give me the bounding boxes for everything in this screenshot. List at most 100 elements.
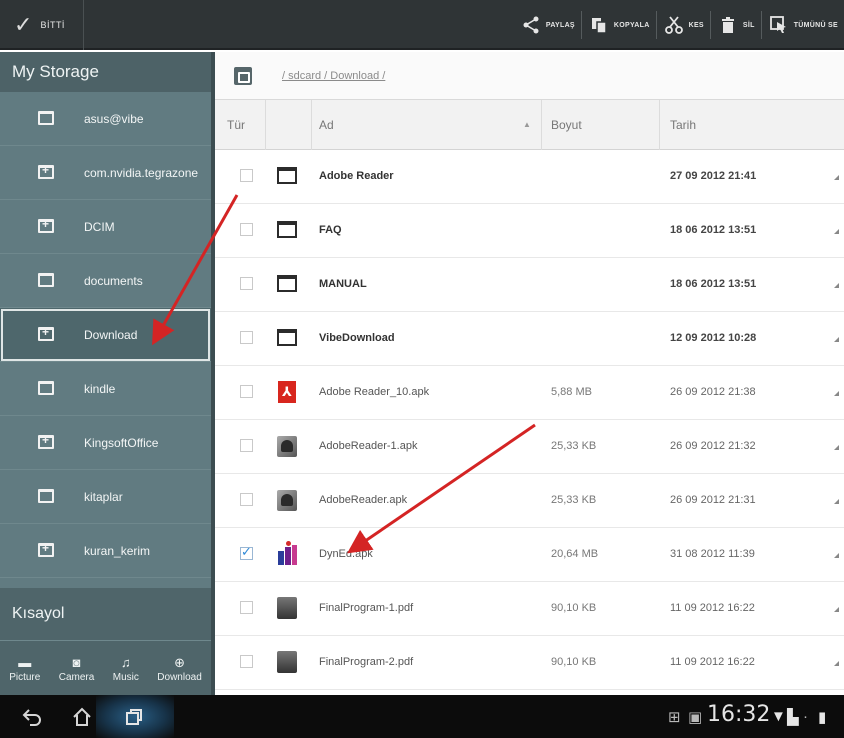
- camera-icon: ◙: [72, 654, 81, 670]
- storage-icon[interactable]: [234, 66, 252, 85]
- folder-icon: [275, 164, 299, 188]
- row-menu-icon[interactable]: [834, 175, 839, 180]
- recent-apps-icon[interactable]: [110, 695, 158, 738]
- copy-button[interactable]: KOPYALA: [582, 0, 656, 50]
- copy-label: KOPYALA: [613, 21, 650, 29]
- table-row[interactable]: AdobeReader-1.apk 25,33 KB 26 09 2012 21…: [215, 420, 844, 474]
- file-list: Adobe Reader 27 09 2012 21:41 FAQ 18 06 …: [215, 150, 844, 690]
- shortcut-download[interactable]: ⊕ Download: [157, 654, 201, 683]
- row-checkbox[interactable]: [240, 493, 253, 506]
- file-date: 11 09 2012 16:22: [670, 602, 755, 614]
- action-buttons: PAYLAŞ KOPYALA KES SİL TÜMÜNÜ SE: [514, 0, 844, 50]
- sidebar-item-kitaplar[interactable]: kitaplar: [0, 470, 211, 524]
- table-row[interactable]: Adobe Reader 27 09 2012 21:41: [215, 150, 844, 204]
- file-date: 31 08 2012 11:39: [670, 548, 755, 560]
- cut-button[interactable]: KES: [657, 0, 710, 50]
- sidebar-item-kindle[interactable]: kindle: [0, 362, 211, 416]
- sidebar-item-dcim[interactable]: DCIM: [0, 200, 211, 254]
- action-bar: ✓ BİTTİ PAYLAŞ KOPYALA KES SİL TÜMÜNÜ SE: [0, 0, 844, 50]
- apk-icon: [275, 434, 299, 458]
- row-checkbox[interactable]: [240, 601, 253, 614]
- row-menu-icon[interactable]: [834, 445, 839, 450]
- sidebar-item-download[interactable]: Download: [0, 308, 211, 362]
- sort-asc-icon: ▲: [523, 120, 531, 129]
- column-date[interactable]: Tarih: [670, 118, 696, 132]
- trash-icon: [717, 14, 739, 36]
- table-row[interactable]: FinalProgram-1.pdf 90,10 KB 11 09 2012 1…: [215, 582, 844, 636]
- row-menu-icon[interactable]: [834, 337, 839, 342]
- file-name: AdobeReader-1.apk: [319, 440, 418, 452]
- shortcuts-heading: Kısayol: [0, 588, 211, 640]
- select-all-label: TÜMÜNÜ SE: [793, 21, 838, 29]
- file-browser: / sdcard / Download / Tür Ad ▲ Boyut Tar…: [215, 52, 844, 695]
- row-checkbox[interactable]: [240, 439, 253, 452]
- shortcut-label: Camera: [58, 671, 95, 683]
- shortcut-music[interactable]: ♫ Music: [113, 654, 139, 683]
- row-menu-icon[interactable]: [834, 283, 839, 288]
- table-row[interactable]: VibeDownload 12 09 2012 10:28: [215, 312, 844, 366]
- folder-plus-icon: [38, 325, 54, 341]
- copy-icon: [588, 14, 610, 36]
- column-name[interactable]: Ad: [319, 118, 334, 132]
- file-date: 26 09 2012 21:38: [670, 386, 756, 398]
- share-icon: [520, 14, 542, 36]
- sidebar-item-kuran-kerim[interactable]: kuran_kerim: [0, 524, 211, 578]
- apk-icon: [275, 488, 299, 512]
- column-type[interactable]: Tür: [227, 118, 245, 132]
- clock: 16:32: [707, 702, 771, 727]
- row-checkbox[interactable]: [240, 169, 253, 182]
- row-menu-icon[interactable]: [834, 229, 839, 234]
- shortcut-label: Music: [112, 671, 139, 683]
- file-size: 5,88 MB: [551, 386, 592, 398]
- sidebar-item-asus-vibe[interactable]: asus@vibe: [0, 92, 211, 146]
- storage-status-icon: ⊞: [668, 709, 681, 726]
- table-row[interactable]: FinalProgram-2.pdf 90,10 KB 11 09 2012 1…: [215, 636, 844, 690]
- share-button[interactable]: PAYLAŞ: [514, 0, 581, 50]
- file-name: DynEd.apk: [319, 548, 373, 560]
- row-checkbox[interactable]: [240, 277, 253, 290]
- music-icon: ♫: [120, 654, 131, 670]
- folder-icon: [275, 218, 299, 242]
- download-icon: ⊕: [174, 654, 185, 670]
- column-size[interactable]: Boyut: [551, 118, 582, 132]
- row-checkbox[interactable]: [240, 385, 253, 398]
- row-checkbox[interactable]: [240, 331, 253, 344]
- file-size: 25,33 KB: [551, 494, 597, 506]
- back-icon[interactable]: [8, 695, 56, 738]
- row-menu-icon[interactable]: [834, 553, 839, 558]
- row-checkbox-checked[interactable]: [240, 544, 253, 560]
- table-row[interactable]: ⅄ Adobe Reader_10.apk 5,88 MB 26 09 2012…: [215, 366, 844, 420]
- table-row[interactable]: DynEd.apk 20,64 MB 31 08 2012 11:39: [215, 528, 844, 582]
- folder-icon: [38, 489, 54, 503]
- row-menu-icon[interactable]: [834, 661, 839, 666]
- wifi-icon: ▼: [771, 708, 786, 725]
- row-menu-icon[interactable]: [834, 607, 839, 612]
- file-date: 26 09 2012 21:32: [670, 440, 756, 452]
- battery-icon: ▮: [818, 709, 827, 726]
- breadcrumb[interactable]: / sdcard / Download /: [282, 70, 385, 82]
- sidebar-item-label: asus@vibe: [84, 111, 144, 126]
- row-checkbox[interactable]: [240, 655, 253, 668]
- file-name: MANUAL: [319, 278, 367, 290]
- row-menu-icon[interactable]: [834, 391, 839, 396]
- sidebar-item-documents[interactable]: documents: [0, 254, 211, 308]
- folder-icon: [38, 111, 54, 125]
- done-button[interactable]: ✓ BİTTİ: [0, 0, 84, 50]
- check-icon: ✓: [14, 12, 33, 37]
- file-size: 20,64 MB: [551, 548, 599, 560]
- shortcut-camera[interactable]: ◙ Camera: [59, 654, 95, 683]
- table-row[interactable]: FAQ 18 06 2012 13:51: [215, 204, 844, 258]
- row-menu-icon[interactable]: [834, 499, 839, 504]
- table-row[interactable]: MANUAL 18 06 2012 13:51: [215, 258, 844, 312]
- delete-button[interactable]: SİL: [711, 0, 761, 50]
- select-all-button[interactable]: TÜMÜNÜ SE: [762, 0, 844, 50]
- dyned-app-icon: [275, 541, 299, 566]
- select-all-icon: [768, 14, 790, 36]
- table-row[interactable]: AdobeReader.apk 25,33 KB 26 09 2012 21:3…: [215, 474, 844, 528]
- sidebar-item-label: KingsoftOffice: [84, 435, 159, 450]
- file-name: FinalProgram-2.pdf: [319, 656, 414, 668]
- row-checkbox[interactable]: [240, 223, 253, 236]
- sidebar-item-kingsoftoffice[interactable]: KingsoftOffice: [0, 416, 211, 470]
- shortcut-picture[interactable]: ▬ Picture: [9, 654, 40, 683]
- sidebar-item-com-nvidia-tegrazone[interactable]: com.nvidia.tegrazone: [0, 146, 211, 200]
